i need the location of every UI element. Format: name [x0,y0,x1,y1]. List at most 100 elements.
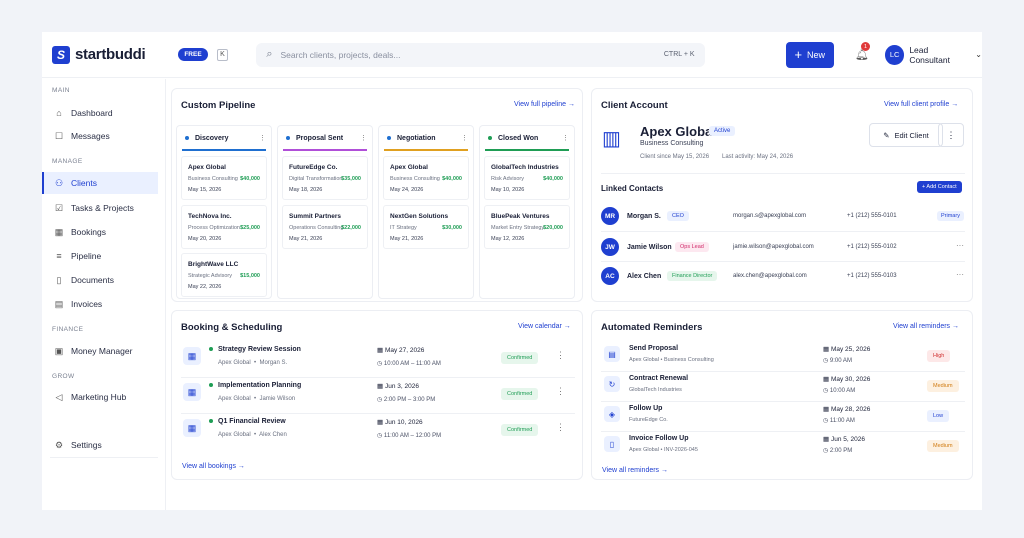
booking-row[interactable]: ▦ Q1 Financial Review Apex Global • Alex… [181,412,575,446]
view-full-pipeline-link[interactable]: View full pipeline → [514,101,575,108]
contact-row[interactable]: MR Morgan S. CEO morgan.s@apexglobal.com… [601,203,965,231]
deal-value: $25,000 [240,225,260,231]
contact-email: jamie.wilson@apexglobal.com [733,244,814,250]
logo-mark-icon: S [52,45,70,64]
deal-card[interactable]: BrightWave LLC Strategic Advisory $15,000 M… [181,253,267,297]
column-color-bar [485,149,569,151]
reminder-date: ▦ May 25, 2026 [823,345,870,353]
more-icon[interactable]: ⋮ [562,134,569,142]
sidebar-item-dashboard[interactable]: ⌂ Dashboard [42,102,158,124]
bell-icon[interactable]: 🔔︎ 1 [855,42,870,61]
calendar-icon: ▦ [823,436,830,443]
deal-desc: Risk Advisory [491,176,525,182]
link-label: View full client profile [884,101,950,108]
link-label: View all bookings [182,463,236,470]
view-all-reminders-footer-link[interactable]: View all reminders → [602,467,668,474]
more-icon[interactable]: ⋮ [556,422,565,433]
more-icon[interactable]: ··· [956,270,964,279]
view-calendar-link[interactable]: View calendar → [518,323,571,330]
sidebar-item-money-manager[interactable]: ▣ Money Manager [42,340,158,362]
deal-card[interactable]: Apex Global Business Consulting $40,000 May… [181,156,267,200]
calendar-icon: ▦ [377,347,384,354]
time-text: 2:00 PM – 3:00 PM [383,397,436,403]
new-button[interactable]: + New [785,41,834,68]
sidebar-item-pipeline[interactable]: ≡ Pipeline [42,245,158,267]
deal-desc: IT Strategy [390,225,417,231]
pipeline-card: Custom Pipeline View full pipeline → Dis… [171,88,583,302]
contact-name: Jamie Wilson [627,244,672,251]
deal-card[interactable]: NextGen Solutions IT Strategy $30,000 May 2… [383,205,469,249]
edit-client-button[interactable]: ✎ Edit Client [869,123,943,147]
deal-card[interactable]: Apex Global Business Consulting $40,000 May… [383,156,469,200]
reminder-row[interactable]: ↻ Contract Renewal GlobalTech Industries… [601,370,965,400]
reminder-time: ◷ 9:00 AM [823,357,852,364]
chevron-down-icon[interactable]: ⌄ [975,50,982,59]
deal-name: BrightWave LLC [188,261,239,268]
sidebar-item-label: Money Manager [71,346,133,356]
more-icon[interactable]: ⋮ [360,134,367,142]
sidebar-item-invoices[interactable]: ▤ Invoices [42,293,158,315]
more-icon[interactable]: ⋮ [556,350,565,361]
search-shortcut: CTRL + K [663,51,695,58]
booking-row[interactable]: ▦ Implementation Planning Apex Global • … [181,376,575,410]
view-full-client-profile-link[interactable]: View full client profile → [884,101,958,108]
view-all-bookings-link[interactable]: View all bookings → [182,463,245,470]
booking-name: Implementation Planning [218,382,302,389]
deal-desc: Business Consulting [188,176,238,182]
reminder-row[interactable]: ▯ Invoice Follow Up Apex Global • INV-20… [601,430,965,460]
sidebar-item-settings[interactable]: ⚙ Settings [42,434,158,456]
date-text: May 28, 2026 [830,406,871,413]
sidebar-section-finance: FINANCE [52,326,84,333]
document-icon: ▯ [56,274,62,285]
booking-row[interactable]: ▦ Strategy Review Session Apex Global • … [181,340,575,374]
sidebar-item-label: Documents [71,275,114,285]
column-name: Closed Won [498,134,539,142]
more-icon[interactable]: ⋮ [556,386,565,397]
contact-row[interactable]: AC Alex Chen Finance Director alex.chen@… [601,263,965,291]
sidebar-item-messages[interactable]: ☐ Messages [42,125,158,147]
sidebar-item-documents[interactable]: ▯ Documents [42,269,158,291]
search-icon: ⌕ [266,48,273,60]
time-text: 11:00 AM [829,418,855,424]
sidebar-item-tasks-projects[interactable]: ☑ Tasks & Projects [42,197,158,219]
booking-person: Alex Chen [259,432,287,438]
deal-date: May 24, 2026 [390,187,424,193]
user-name[interactable]: Lead Consultant [909,45,969,65]
reminder-row[interactable]: ▤ Send Proposal Apex Global • Business C… [601,340,965,370]
status-dot [488,136,492,140]
clock-icon: ◷ [823,448,829,454]
sidebar-item-label: Marketing Hub [71,392,127,402]
column-name: Negotiation [397,134,436,142]
more-icon[interactable]: ⋮ [259,134,266,142]
time-text: 10:00 AM [829,388,856,394]
reminder-row[interactable]: ◈ Follow Up FutureEdge Co. ▦ May 28, 202… [601,400,965,430]
sidebar-item-clients[interactable]: ⚇ Clients [42,172,158,194]
reminder-sub: Apex Global • INV-2026-045 [629,447,698,453]
edit-client-label: Edit Client [894,130,929,140]
deal-card[interactable]: FutureEdge Co. Digital Transformation $35,… [282,156,368,200]
contact-row[interactable]: JW Jamie Wilson Ops Lead jamie.wilson@ap… [601,234,965,262]
search-input[interactable]: ⌕ Search clients, projects, deals... CTR… [256,42,705,67]
view-all-reminders-link[interactable]: View all reminders → [893,323,959,330]
more-options-button[interactable]: ⋮ [938,123,964,147]
sidebar-item-marketing-hub[interactable]: ◁ Marketing Hub [42,386,158,408]
more-icon[interactable]: ⋮ [461,134,468,142]
deal-card[interactable]: GlobalTech Industries Risk Advisory $40,00… [484,156,570,200]
deal-card[interactable]: Summit Partners Operations Consulting $22,… [282,205,368,249]
deal-card[interactable]: BluePeak Ventures Market Entry Strategy $2… [484,205,570,249]
avatar[interactable]: LC [884,44,905,65]
time-text: 10:00 AM – 11:00 AM [383,361,441,367]
pipeline-column-negotiation: Negotiation ⋮ Apex Global Business Consult… [378,125,474,299]
sidebar-item-bookings[interactable]: ▦ Bookings [42,221,158,243]
linked-contacts-title: Linked Contacts [601,184,664,193]
deal-date: May 12, 2026 [491,236,525,242]
logo[interactable]: S startbuddi [52,45,166,64]
calendar-icon: ▦ [823,406,830,413]
keyboard-shortcut-icon[interactable]: K [216,48,229,61]
deal-card[interactable]: TechNova Inc. Process Optimization $25,000… [181,205,267,249]
sidebar-item-label: Clients [71,178,97,188]
more-icon[interactable]: ··· [956,241,964,250]
booking-meta: Apex Global • Alex Chen [218,432,287,438]
reminder-time: ◷ 10:00 AM [823,387,855,394]
add-contact-button[interactable]: + Add Contact [917,181,962,193]
